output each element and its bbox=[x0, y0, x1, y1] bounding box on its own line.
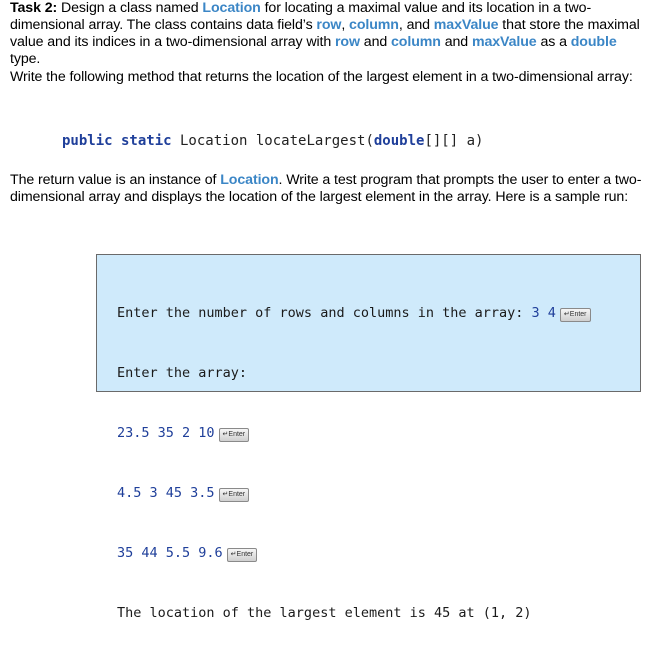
task-text: and bbox=[359, 34, 392, 50]
task-text: Design a class named bbox=[57, 0, 203, 16]
sample-user-input: 3 4 bbox=[531, 305, 556, 321]
keyword-column: column bbox=[349, 17, 399, 33]
sample-line: 35 44 5.5 9.6 ↵Enter bbox=[117, 543, 591, 563]
signature-return: Location locateLargest( bbox=[171, 133, 374, 149]
enter-key-icon: ↵Enter bbox=[218, 428, 250, 442]
signature-modifiers: public static bbox=[62, 133, 172, 149]
method-signature: public static Location locateLargest(dou… bbox=[62, 132, 483, 150]
return-value-paragraph: The return value is an instance of Locat… bbox=[10, 172, 650, 206]
signature-param-type: double bbox=[373, 133, 425, 149]
keyword-row: row bbox=[335, 34, 360, 50]
sample-user-input: 4.5 3 45 3.5 bbox=[117, 485, 215, 501]
write-method-paragraph: Write the following method that returns … bbox=[10, 69, 633, 85]
sample-user-input: 35 44 5.5 9.6 bbox=[117, 545, 223, 561]
sample-user-input: 23.5 35 2 10 bbox=[117, 425, 215, 441]
task-description: Task 2: Design a class named Location fo… bbox=[10, 0, 650, 68]
keyword-maxvalue: maxValue bbox=[433, 17, 499, 33]
enter-key-icon: ↵Enter bbox=[226, 548, 258, 562]
sample-line: Enter the number of rows and columns in … bbox=[117, 303, 591, 323]
enter-key-icon: ↵Enter bbox=[559, 308, 591, 322]
task-text: type. bbox=[10, 51, 41, 67]
keyword-column: column bbox=[391, 34, 441, 50]
sample-run-box: Enter the number of rows and columns in … bbox=[96, 254, 641, 621]
task-heading: Task 2: bbox=[10, 0, 58, 16]
keyword-row: row bbox=[316, 17, 342, 33]
return-text: The return value is an instance of bbox=[10, 172, 221, 188]
sample-prompt: Enter the number of rows and columns in … bbox=[117, 305, 532, 321]
enter-key-icon: ↵Enter bbox=[218, 488, 250, 502]
keyword-location: Location bbox=[220, 172, 279, 188]
keyword-maxvalue: maxValue bbox=[471, 34, 537, 50]
sample-line: The location of the largest element is 4… bbox=[117, 605, 532, 621]
sample-line: 23.5 35 2 10 ↵Enter bbox=[117, 423, 591, 443]
keyword-double: double bbox=[570, 34, 617, 50]
task-text: and bbox=[440, 34, 472, 50]
signature-params: [][] a) bbox=[424, 133, 484, 149]
sample-line: Enter the array: bbox=[117, 365, 248, 381]
task-text: , and bbox=[398, 17, 434, 33]
keyword-location: Location bbox=[202, 0, 261, 16]
task-text: as a bbox=[536, 34, 571, 50]
sample-line: 4.5 3 45 3.5 ↵Enter bbox=[117, 483, 591, 503]
task-text: , bbox=[341, 17, 350, 33]
